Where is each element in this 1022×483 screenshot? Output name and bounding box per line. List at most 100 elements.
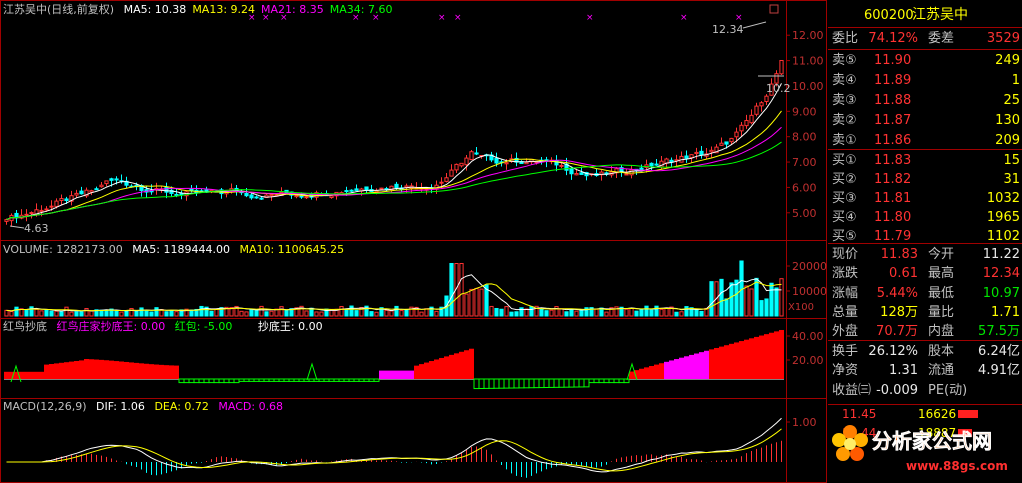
hongniao-bar	[754, 336, 759, 379]
hongniao-bar	[548, 378, 555, 388]
hongniao-bar	[109, 360, 114, 379]
sell-row[interactable]: 卖① 11.86 209	[828, 130, 1022, 151]
ma-legend-item: MA34: 7.60	[329, 3, 393, 16]
hongniao-sub1: 红鸟庄家抄底王: 0.00	[56, 320, 166, 333]
stat-row-value: 11.83	[880, 247, 918, 262]
sell-price: 11.87	[874, 113, 912, 128]
volume-panel-title: VOLUME: 1282173.00 MA5: 1189444.00 MA10:…	[3, 243, 350, 257]
hongniao-bar	[363, 378, 370, 382]
hongniao-bar	[764, 334, 769, 379]
hongniao-bar	[303, 378, 310, 382]
volume-bar	[524, 308, 529, 317]
stat-row: 涨跌 0.61 最高 12.34	[828, 263, 1022, 284]
hongniao-bar	[618, 378, 625, 384]
sell-row[interactable]: 卖③ 11.88 25	[828, 90, 1022, 111]
candle-body	[249, 194, 254, 199]
hongniao-bar	[223, 378, 230, 384]
candle-body	[474, 152, 479, 155]
hongniao-bar	[139, 363, 144, 379]
hongniao-bar	[709, 349, 714, 379]
volume-bar	[544, 310, 549, 317]
candle-body	[349, 189, 354, 192]
hongniao-bar	[518, 378, 525, 389]
hongniao-bar	[644, 367, 649, 379]
volume-bar	[554, 306, 559, 317]
sell-row[interactable]: 卖⑤ 11.90 249	[828, 50, 1022, 71]
stat-row: 换手 26.12% 股本 6.24亿	[828, 341, 1022, 362]
hongniao-bar	[578, 378, 585, 388]
hongniao-bar	[79, 360, 84, 379]
candlestick-series	[4, 59, 784, 227]
stat-row-label2: 最低	[928, 286, 955, 301]
buy-row[interactable]: 买① 11.83 15	[828, 150, 1022, 171]
hongniao-bar	[159, 364, 164, 379]
hongniao-bar	[659, 363, 664, 379]
candle-body	[574, 173, 579, 176]
volume-bar	[434, 310, 439, 317]
hongniao-bar	[498, 378, 505, 389]
sell-label: 卖④	[832, 73, 857, 88]
volume-bar	[679, 311, 684, 317]
volume-bar	[59, 311, 64, 317]
volume-bar	[264, 311, 269, 317]
buy-row[interactable]: 买③ 11.81 1032	[828, 188, 1022, 209]
ma13-line	[6, 110, 782, 221]
hongniao-bar	[588, 378, 595, 384]
candle-body	[759, 102, 764, 107]
volume-bar	[529, 306, 534, 317]
ma-legend-item: MA13: 9.24	[192, 3, 256, 16]
volume-bar	[349, 305, 354, 317]
hongniao-bar	[89, 359, 94, 379]
volume-bar	[249, 308, 254, 317]
candle-body	[744, 120, 749, 127]
volume-bar	[664, 307, 669, 317]
candle-body	[709, 149, 714, 153]
stat-row-value2: 12.34	[982, 266, 1020, 281]
sell-row[interactable]: 卖② 11.87 130	[828, 110, 1022, 131]
hongniao-sub2: 红包: -5.00	[174, 320, 233, 333]
candle-body	[404, 185, 409, 188]
candle-body	[39, 209, 44, 212]
macd-axis-label: 1.00	[792, 416, 817, 429]
hongniao-bar	[149, 364, 154, 379]
hongniao-bar	[154, 364, 159, 379]
buy-row[interactable]: 买② 11.82 31	[828, 169, 1022, 190]
macd-title: MACD(12,26,9)	[3, 400, 87, 413]
volume-bar	[374, 311, 379, 317]
signal-marker: ×	[454, 13, 462, 23]
quote-header: 600200 江苏吴中	[828, 5, 1022, 27]
sell-price: 11.88	[874, 93, 912, 108]
volume-bar	[724, 298, 729, 317]
price-axis-label: 6.00	[792, 181, 817, 194]
volume-bar	[89, 310, 94, 317]
volume-bar	[389, 310, 394, 317]
hongniao-bar	[414, 365, 419, 379]
volume-bar	[259, 305, 264, 317]
hongniao-bar	[278, 378, 285, 382]
last-price-label: 10.2	[766, 82, 791, 95]
hongniao-bar	[558, 378, 565, 388]
chart-area[interactable]: 12.00 11.00 10.00 9.00 8.00 7.00 6.00 5.00 × × × × ×…	[0, 0, 828, 483]
stat-row-label: 涨幅	[832, 286, 859, 301]
macd-dif: DIF: 1.06	[96, 400, 145, 413]
volume-bar	[449, 263, 454, 317]
logo: 分析家公式网 www.88gs.com	[832, 425, 1008, 473]
buy-row[interactable]: 买④ 11.80 1965	[828, 207, 1022, 228]
hongniao-bar	[674, 359, 679, 379]
candle-body	[29, 212, 34, 215]
stat-row-label: 涨跌	[832, 266, 859, 281]
hongniao-bar	[409, 370, 414, 379]
hongniao-bar	[394, 370, 399, 379]
volume-bar	[4, 309, 9, 317]
candle-body	[464, 157, 469, 166]
hongniao-bar	[333, 378, 340, 382]
hongniao-bar	[523, 378, 530, 389]
volume-bar	[24, 309, 29, 317]
hongniao-bar	[689, 354, 694, 379]
volume-bar	[494, 307, 499, 317]
volume-bar	[339, 306, 344, 317]
hongniao-bar	[183, 378, 190, 384]
volume-title: VOLUME: 1282173.00	[3, 243, 123, 256]
sell-row[interactable]: 卖④ 11.89 1	[828, 70, 1022, 91]
volume-bar	[99, 309, 104, 317]
